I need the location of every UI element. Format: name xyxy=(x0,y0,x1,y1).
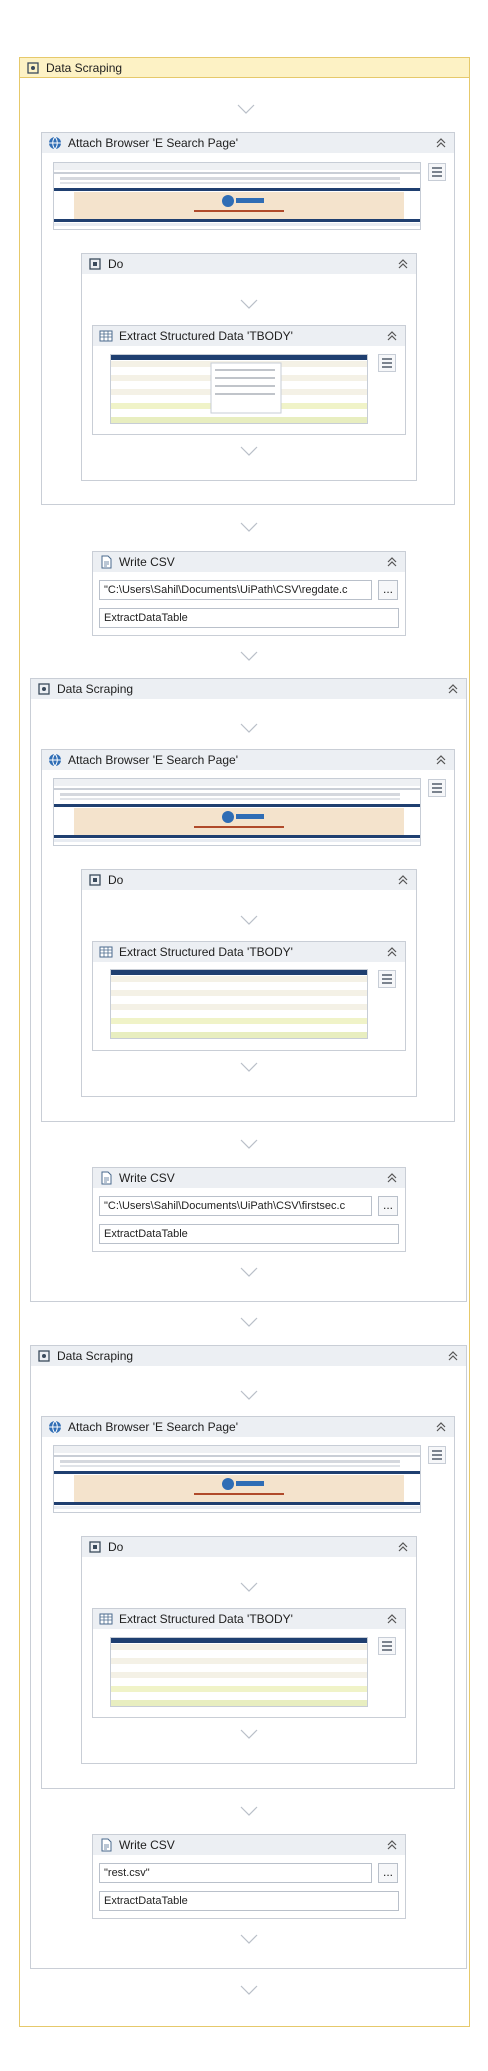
arrow-down-icon xyxy=(240,299,258,309)
do-title: Do xyxy=(108,1540,124,1554)
table-icon xyxy=(99,945,113,959)
arrow-down-icon xyxy=(240,522,258,532)
root-title: Data Scraping xyxy=(46,60,123,75)
extract-header[interactable]: Extract Structured Data 'TBODY' xyxy=(93,1609,405,1629)
table-icon xyxy=(99,329,113,343)
arrow-down-icon xyxy=(240,723,258,733)
write-csv-header[interactable]: Write CSV xyxy=(93,1835,405,1855)
write-csv-header[interactable]: Write CSV xyxy=(93,1168,405,1188)
arrow-down-icon xyxy=(240,446,258,456)
csv-file-icon xyxy=(99,1171,113,1185)
browse-button[interactable]: ... xyxy=(378,580,398,600)
csv-file-icon xyxy=(99,1838,113,1852)
table-icon xyxy=(99,1612,113,1626)
arrow-down-icon xyxy=(240,1267,258,1277)
data-scraping-icon xyxy=(37,1349,51,1363)
browse-button[interactable]: ... xyxy=(378,1196,398,1216)
attach-browser-header[interactable]: Attach Browser 'E Search Page' xyxy=(42,133,454,153)
collapse-icon[interactable] xyxy=(396,257,410,271)
arrow-down-icon xyxy=(237,104,255,114)
browser-screenshot-thumbnail xyxy=(53,778,421,846)
extract-title: Extract Structured Data 'TBODY' xyxy=(119,945,293,959)
collapse-icon[interactable] xyxy=(385,1612,399,1626)
browser-screenshot-thumbnail xyxy=(53,162,421,230)
globe-icon xyxy=(48,1420,62,1434)
file-path-field[interactable]: "rest.csv" xyxy=(99,1863,372,1883)
data-scraping-icon xyxy=(26,61,40,75)
collapse-icon[interactable] xyxy=(446,1349,460,1363)
extract-header[interactable]: Extract Structured Data 'TBODY' xyxy=(93,326,405,346)
arrow-down-icon xyxy=(240,1985,258,1995)
extract-header[interactable]: Extract Structured Data 'TBODY' xyxy=(93,942,405,962)
write-csv-title: Write CSV xyxy=(119,1838,175,1852)
scope-header[interactable]: Data Scraping xyxy=(31,679,466,699)
arrow-down-icon xyxy=(240,1934,258,1944)
collapse-icon[interactable] xyxy=(434,136,448,150)
do-title: Do xyxy=(108,257,124,271)
do-title: Do xyxy=(108,873,124,887)
collapse-icon[interactable] xyxy=(434,1420,448,1434)
collapse-icon[interactable] xyxy=(385,1838,399,1852)
collapse-icon[interactable] xyxy=(385,555,399,569)
hamburger-menu-icon[interactable] xyxy=(428,163,446,181)
attach-browser-title: Attach Browser 'E Search Page' xyxy=(68,1420,238,1434)
table-screenshot-thumbnail xyxy=(110,969,368,1039)
file-path-field[interactable]: "C:\Users\Sahil\Documents\UiPath\CSV\fir… xyxy=(99,1196,372,1216)
scope-title: Data Scraping xyxy=(57,1349,134,1363)
scope-header[interactable]: Data Scraping xyxy=(31,1346,466,1366)
arrow-down-icon xyxy=(240,1582,258,1592)
arrow-down-icon xyxy=(240,651,258,661)
write-csv-title: Write CSV xyxy=(119,555,175,569)
arrow-down-icon xyxy=(240,1317,258,1327)
hamburger-menu-icon[interactable] xyxy=(378,1637,396,1655)
collapse-icon[interactable] xyxy=(396,1540,410,1554)
data-scraping-icon xyxy=(37,682,51,696)
extract-title: Extract Structured Data 'TBODY' xyxy=(119,329,293,343)
browser-screenshot-thumbnail xyxy=(53,1445,421,1513)
attach-browser-header[interactable]: Attach Browser 'E Search Page' xyxy=(42,1417,454,1437)
arrow-down-icon xyxy=(240,915,258,925)
collapse-icon[interactable] xyxy=(385,1171,399,1185)
arrow-down-icon xyxy=(240,1139,258,1149)
browse-button[interactable]: ... xyxy=(378,1863,398,1883)
hamburger-menu-icon[interactable] xyxy=(378,970,396,988)
write-csv-title: Write CSV xyxy=(119,1171,175,1185)
file-path-field[interactable]: "C:\Users\Sahil\Documents\UiPath\CSV\reg… xyxy=(99,580,372,600)
datatable-field[interactable]: ExtractDataTable xyxy=(99,1224,399,1244)
scope-title: Data Scraping xyxy=(57,682,134,696)
collapse-icon[interactable] xyxy=(396,873,410,887)
globe-icon xyxy=(48,753,62,767)
write-csv-header[interactable]: Write CSV xyxy=(93,552,405,572)
sequence-icon xyxy=(88,873,102,887)
csv-file-icon xyxy=(99,555,113,569)
collapse-icon[interactable] xyxy=(385,945,399,959)
do-header[interactable]: Do xyxy=(82,254,416,274)
table-screenshot-thumbnail xyxy=(110,1637,368,1707)
sequence-icon xyxy=(88,257,102,271)
do-header[interactable]: Do xyxy=(82,1537,416,1557)
extract-title: Extract Structured Data 'TBODY' xyxy=(119,1612,293,1626)
sequence-icon xyxy=(88,1540,102,1554)
datatable-field[interactable]: ExtractDataTable xyxy=(99,1891,399,1911)
hamburger-menu-icon[interactable] xyxy=(378,354,396,372)
collapse-icon[interactable] xyxy=(434,753,448,767)
do-header[interactable]: Do xyxy=(82,870,416,890)
collapse-icon[interactable] xyxy=(446,682,460,696)
table-screenshot-thumbnail xyxy=(110,354,368,424)
attach-browser-title: Attach Browser 'E Search Page' xyxy=(68,136,238,150)
collapse-icon[interactable] xyxy=(385,329,399,343)
arrow-down-icon xyxy=(240,1390,258,1400)
datatable-field[interactable]: ExtractDataTable xyxy=(99,608,399,628)
globe-icon xyxy=(48,136,62,150)
arrow-down-icon xyxy=(240,1062,258,1072)
attach-browser-header[interactable]: Attach Browser 'E Search Page' xyxy=(42,750,454,770)
root-header[interactable]: Data Scraping xyxy=(20,58,469,78)
attach-browser-title: Attach Browser 'E Search Page' xyxy=(68,753,238,767)
hamburger-menu-icon[interactable] xyxy=(428,779,446,797)
hamburger-menu-icon[interactable] xyxy=(428,1446,446,1464)
arrow-down-icon xyxy=(240,1806,258,1816)
arrow-down-icon xyxy=(240,1729,258,1739)
